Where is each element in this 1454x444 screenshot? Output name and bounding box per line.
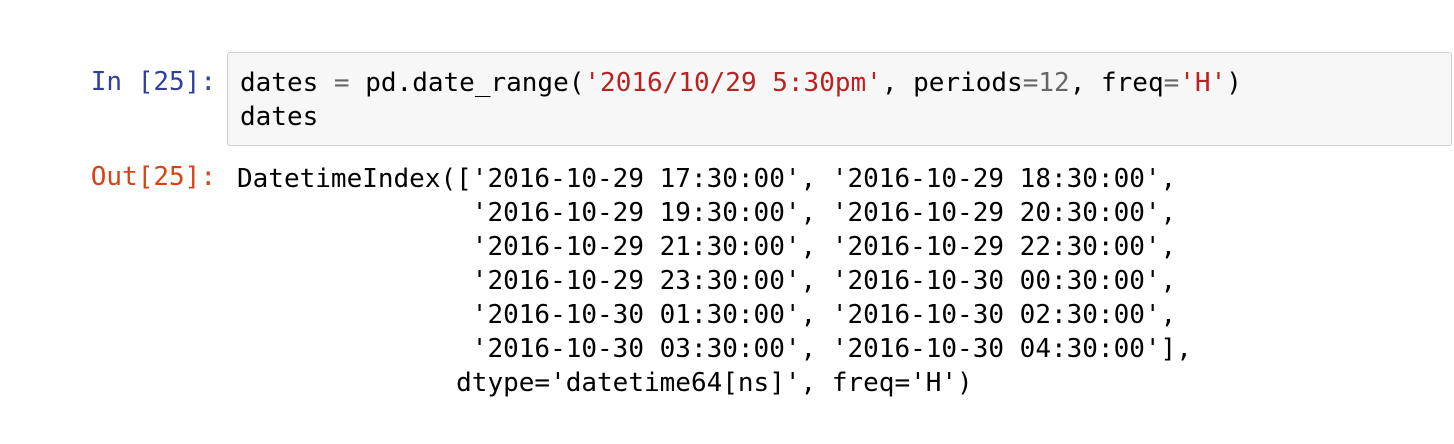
output-line: '2016-10-29 23:30:00', '2016-10-30 00:30… [237, 266, 1177, 296]
code-freq-string: 'H' [1179, 68, 1227, 98]
code-date-string: '2016/10/29 5:30pm' [584, 68, 882, 98]
output-line: '2016-10-30 03:30:00', '2016-10-30 04:30… [237, 334, 1192, 364]
code-var: dates [240, 68, 319, 98]
cell-output: DatetimeIndex(['2016-10-29 17:30:00', '2… [237, 162, 1192, 400]
code-periods-kw: , periods [881, 68, 1023, 98]
code-editor[interactable]: dates = pd.date_range('2016/10/29 5:30pm… [240, 66, 1242, 134]
code-input-area[interactable]: dates = pd.date_range('2016/10/29 5:30pm… [227, 52, 1452, 146]
code-periods-number: 12 [1038, 68, 1070, 98]
output-line: dtype='datetime64[ns]', freq='H') [237, 368, 973, 398]
code-line-2: dates [240, 102, 319, 132]
input-prompt: In [25]: [90, 67, 216, 97]
output-prompt: Out[25]: [90, 162, 216, 192]
output-line: '2016-10-29 19:30:00', '2016-10-29 20:30… [237, 198, 1177, 228]
output-line: DatetimeIndex(['2016-10-29 17:30:00', '2… [237, 164, 1177, 194]
code-eq-operator: = [1163, 68, 1180, 98]
code-assign-operator: = [318, 68, 366, 98]
output-line: '2016-10-30 01:30:00', '2016-10-30 02:30… [237, 300, 1177, 330]
code-call: pd.date_range( [365, 68, 585, 98]
code-close-paren: ) [1226, 68, 1242, 98]
code-line-1: dates = pd.date_range('2016/10/29 5:30pm… [240, 68, 1242, 98]
output-line: '2016-10-29 21:30:00', '2016-10-29 22:30… [237, 232, 1177, 262]
code-eq-operator: = [1022, 68, 1039, 98]
code-freq-kw: , freq [1069, 68, 1164, 98]
